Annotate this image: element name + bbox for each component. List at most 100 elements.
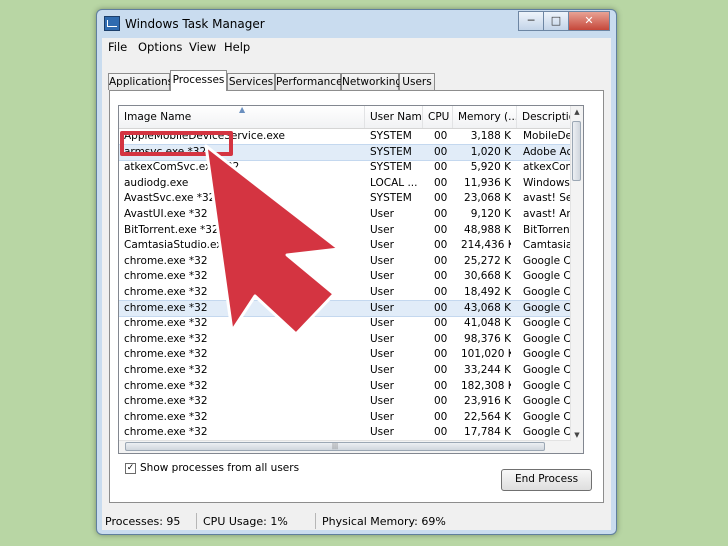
process-row[interactable]: chrome.exe *32 User 00 33,244 K Google C... bbox=[119, 363, 571, 379]
process-description: Google C... bbox=[523, 379, 571, 392]
show-all-users-checkbox[interactable]: ✓ bbox=[125, 463, 136, 474]
process-name: CamtasiaStudio.exe *32 bbox=[124, 239, 251, 252]
process-description: avast! An... bbox=[523, 207, 571, 220]
end-process-button[interactable]: End Process bbox=[501, 469, 592, 491]
status-physical-memory: Physical Memory: 69% bbox=[322, 515, 446, 528]
process-row[interactable]: chrome.exe *32 User 00 98,376 K Google C... bbox=[119, 332, 571, 348]
process-user: User bbox=[370, 317, 394, 330]
process-description: Google C... bbox=[523, 410, 571, 423]
menu-file[interactable]: File bbox=[108, 40, 127, 54]
process-description: Google C... bbox=[523, 317, 571, 330]
process-row[interactable]: chrome.exe *32 User 00 101,020 K Google C... bbox=[119, 347, 571, 363]
tab-services[interactable]: Services bbox=[227, 73, 275, 90]
process-description: Google C... bbox=[523, 363, 571, 376]
process-memory: 9,120 K bbox=[470, 207, 511, 220]
process-name: chrome.exe *32 bbox=[124, 332, 208, 345]
process-cpu: 00 bbox=[434, 130, 448, 142]
column-image-name[interactable]: ▲ Image Name bbox=[119, 106, 365, 128]
process-name: BitTorrent.exe *32 bbox=[124, 223, 219, 236]
process-user: User bbox=[370, 395, 394, 408]
process-memory: 3,188 K bbox=[470, 130, 511, 142]
process-user: User bbox=[370, 239, 394, 252]
process-row[interactable]: atkexComSvc.exe *32 SYSTEM 00 5,920 K atkexC… bbox=[119, 160, 571, 176]
column-image-name-label: Image Name bbox=[124, 111, 192, 123]
menu-bar: File Options View Help bbox=[102, 38, 611, 56]
process-description: Google C... bbox=[523, 395, 571, 408]
process-memory: 41,048 K bbox=[464, 317, 511, 330]
process-cpu: 00 bbox=[434, 379, 448, 392]
process-name: chrome.exe *32 bbox=[124, 363, 208, 376]
process-name: chrome.exe *32 bbox=[124, 285, 208, 298]
process-cpu: 00 bbox=[434, 270, 448, 283]
show-all-users-label: Show processes from all users bbox=[140, 462, 300, 474]
process-row[interactable]: chrome.exe *32 User 00 41,048 K Google C... bbox=[119, 316, 571, 332]
process-row[interactable]: chrome.exe *32 User 00 18,492 K Google C... bbox=[119, 285, 571, 301]
column-description[interactable]: Descriptio bbox=[517, 106, 571, 128]
process-memory: 101,020 K bbox=[461, 348, 511, 361]
process-row[interactable]: AvastSvc.exe *32 SYSTEM 00 23,068 K avast! S… bbox=[119, 191, 571, 207]
tab-performance[interactable]: Performance bbox=[275, 73, 343, 90]
process-name: chrome.exe *32 bbox=[124, 270, 208, 283]
process-user: User bbox=[370, 379, 394, 392]
process-row[interactable]: audiodg.exe LOCAL ... 00 11,936 K Windows ..… bbox=[119, 176, 571, 192]
process-user: User bbox=[370, 348, 394, 361]
process-list[interactable]: ▲ Image Name User Name CPU Memory (... D… bbox=[118, 105, 584, 454]
process-row[interactable]: chrome.exe *32 User 00 25,272 K Google C... bbox=[119, 254, 571, 270]
column-user-name[interactable]: User Name bbox=[365, 106, 423, 128]
horizontal-scrollbar[interactable]: ||| bbox=[119, 440, 571, 453]
column-cpu[interactable]: CPU bbox=[423, 106, 453, 128]
menu-help[interactable]: Help bbox=[224, 40, 250, 54]
title-bar[interactable]: Windows Task Manager ─ □ ✕ bbox=[97, 10, 616, 38]
tab-networking[interactable]: Networking bbox=[341, 73, 402, 90]
process-row[interactable]: chrome.exe *32 User 00 22,564 K Google C... bbox=[119, 410, 571, 426]
tab-processes[interactable]: Processes bbox=[170, 70, 227, 91]
process-memory: 30,668 K bbox=[464, 270, 511, 283]
tab-users[interactable]: Users bbox=[399, 73, 435, 90]
process-cpu: 00 bbox=[434, 176, 448, 189]
process-description: BitTorrent... bbox=[523, 223, 571, 236]
maximize-button[interactable]: □ bbox=[543, 11, 569, 31]
process-user: User bbox=[370, 410, 394, 423]
minimize-button[interactable]: ─ bbox=[518, 11, 544, 31]
close-button[interactable]: ✕ bbox=[568, 11, 610, 31]
process-user: User bbox=[370, 270, 394, 283]
column-memory[interactable]: Memory (... bbox=[453, 106, 517, 128]
process-row[interactable]: chrome.exe *32 User 00 23,916 K Google C... bbox=[119, 394, 571, 410]
process-description: Windows ... bbox=[523, 176, 571, 189]
menu-options[interactable]: Options bbox=[138, 40, 182, 54]
process-row[interactable]: chrome.exe *32 User 00 43,068 K Google C... bbox=[119, 299, 572, 318]
process-user: User bbox=[370, 207, 394, 220]
vertical-scroll-thumb[interactable] bbox=[572, 121, 581, 181]
process-user: User bbox=[370, 363, 394, 376]
window-title: Windows Task Manager bbox=[125, 17, 265, 31]
process-user: SYSTEM bbox=[370, 192, 412, 205]
process-memory: 17,784 K bbox=[464, 426, 511, 439]
process-row[interactable]: AvastUI.exe *32 User 00 9,120 K avast! An... bbox=[119, 207, 571, 223]
tab-applications[interactable]: Applications bbox=[108, 73, 173, 90]
process-row[interactable]: chrome.exe *32 User 00 182,308 K Google C... bbox=[119, 379, 571, 395]
process-name: chrome.exe *32 bbox=[124, 301, 208, 314]
horizontal-scroll-thumb[interactable]: ||| bbox=[125, 442, 545, 451]
process-row[interactable]: chrome.exe *32 User 00 17,784 K Google C... bbox=[119, 425, 571, 441]
process-row[interactable]: CamtasiaStudio.exe *32 User 00 214,436 K Cam… bbox=[119, 238, 571, 254]
task-manager-window: Windows Task Manager ─ □ ✕ File Options … bbox=[96, 9, 617, 535]
process-name: chrome.exe *32 bbox=[124, 395, 208, 408]
sort-ascending-icon: ▲ bbox=[239, 106, 246, 114]
process-user: User bbox=[370, 285, 394, 298]
process-description: Adobe Ac... bbox=[523, 145, 571, 158]
process-user: User bbox=[370, 301, 394, 314]
menu-view[interactable]: View bbox=[189, 40, 216, 54]
vertical-scrollbar[interactable]: ▲ ▼ bbox=[570, 106, 583, 453]
process-description: Google C... bbox=[523, 301, 571, 314]
process-cpu: 00 bbox=[434, 223, 448, 236]
process-user: LOCAL ... bbox=[370, 176, 418, 189]
process-cpu: 00 bbox=[434, 317, 448, 330]
process-name: AvastSvc.exe *32 bbox=[124, 192, 216, 205]
process-user: SYSTEM bbox=[370, 130, 412, 142]
process-name: chrome.exe *32 bbox=[124, 426, 208, 439]
process-name: chrome.exe *32 bbox=[124, 348, 208, 361]
process-row[interactable]: BitTorrent.exe *32 User 00 48,988 K BitTorre… bbox=[119, 223, 571, 239]
process-row[interactable]: chrome.exe *32 User 00 30,668 K Google C... bbox=[119, 269, 571, 285]
scroll-down-icon[interactable]: ▼ bbox=[572, 431, 582, 439]
scroll-up-icon[interactable]: ▲ bbox=[572, 108, 582, 116]
